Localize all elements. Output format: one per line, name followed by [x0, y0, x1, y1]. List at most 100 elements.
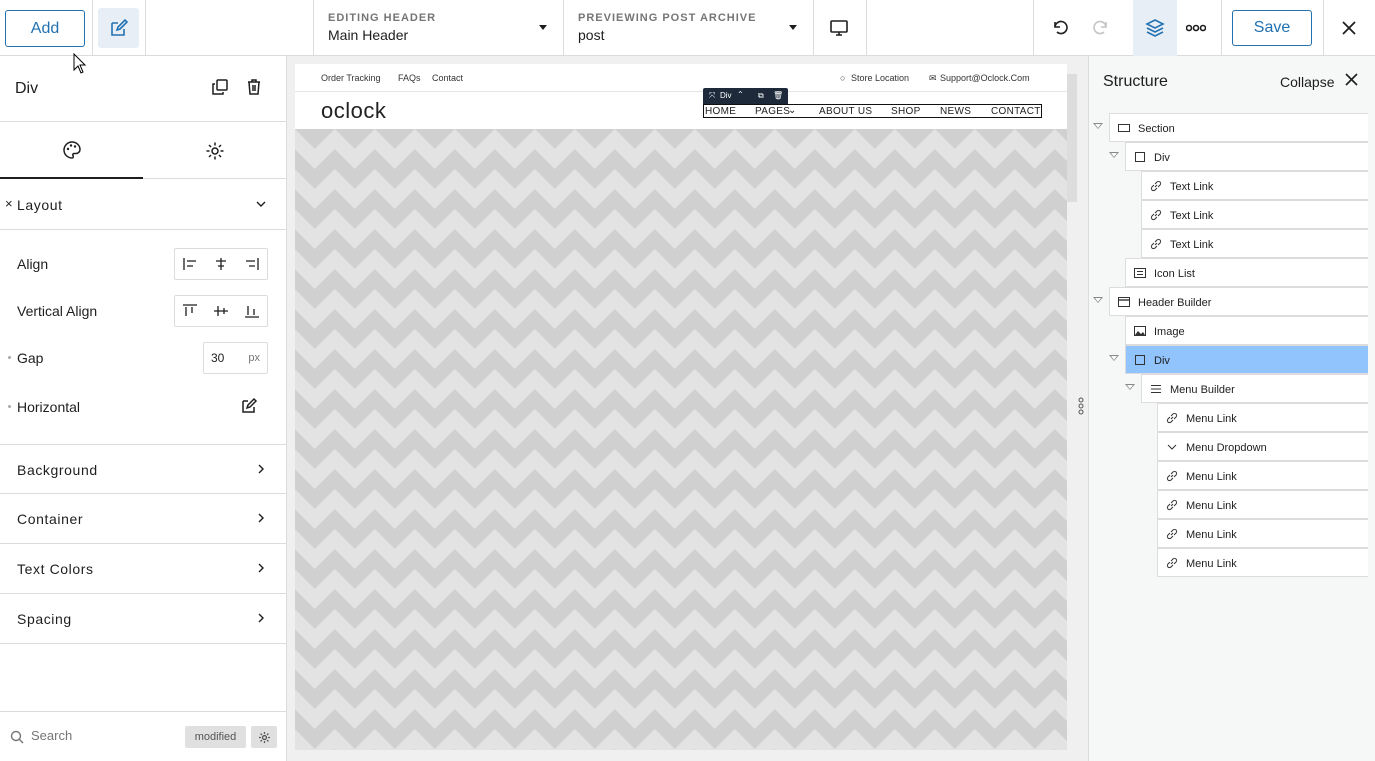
edit-icon[interactable] [240, 397, 258, 415]
preview-topbar: Order Tracking FAQs Contact ○ Store Loca… [295, 64, 1067, 92]
tree-item-menu-link[interactable]: Menu Link [1157, 519, 1368, 548]
collapse-toggle-icon[interactable] [1109, 152, 1119, 158]
align-middle-icon[interactable] [206, 296, 237, 326]
chevron-right-icon [258, 464, 264, 474]
preview-store-location[interactable]: Store Location [851, 73, 909, 83]
bullet [8, 356, 11, 359]
tree-item-text-link[interactable]: Text Link [1141, 200, 1368, 229]
editing-header-select[interactable]: EDITING HEADER Main Header [313, 0, 563, 56]
tree-item-div[interactable]: Div [1125, 142, 1368, 171]
collapse-toggle-icon[interactable] [1093, 297, 1103, 303]
tree-item-icon-list[interactable]: Icon List [1125, 258, 1368, 287]
preview-menu-shop[interactable]: SHOP [891, 106, 921, 117]
collapse-toggle-icon[interactable] [1125, 384, 1135, 390]
align-bottom-icon[interactable] [236, 296, 267, 326]
mouse-cursor-icon [73, 53, 87, 74]
duplicate-icon[interactable] [211, 78, 231, 98]
editing-header-label: EDITING HEADER [328, 12, 437, 24]
modified-filter-button[interactable]: modified [185, 726, 246, 748]
tree-item-label: Menu Builder [1170, 384, 1235, 396]
mail-icon: ✉ [929, 73, 937, 83]
preview-menu-news[interactable]: NEWS [940, 106, 971, 117]
preview-menu[interactable]: HOME PAGES ⌄ ABOUT US SHOP NEWS CONTACT [703, 104, 1042, 118]
tree-item-menu-link[interactable]: Menu Link [1157, 548, 1368, 577]
duplicate-icon[interactable]: ⧉ [758, 91, 764, 101]
gap-row: Gap 30 px [0, 338, 286, 378]
preview-menu-about[interactable]: ABOUT US [819, 106, 872, 117]
link-icon [1166, 557, 1178, 569]
chevron-down-icon [539, 25, 547, 30]
tree-item-label: Div [1154, 355, 1170, 367]
tab-style[interactable] [0, 122, 143, 179]
preview-link-contact[interactable]: Contact [432, 73, 463, 83]
preview-menu-home[interactable]: HOME [705, 106, 736, 117]
collapse-toggle-icon[interactable] [1093, 123, 1103, 129]
redo-icon[interactable] [1081, 8, 1121, 48]
tree-item-menu-builder[interactable]: Menu Builder [1141, 374, 1368, 403]
tree-item-section[interactable]: Section [1109, 113, 1368, 142]
close-icon[interactable] [1345, 73, 1358, 86]
tree-item-menu-link[interactable]: Menu Link [1157, 490, 1368, 519]
preview-menu-contact[interactable]: CONTACT [991, 106, 1041, 117]
link-icon [1166, 528, 1178, 540]
tree-item-label: Icon List [1154, 268, 1195, 280]
gap-input[interactable]: 30 px [203, 342, 268, 374]
tab-settings[interactable] [143, 122, 286, 179]
element-toolbar[interactable]: ⤧ Div ⌃ ⧉ 🗑 [703, 88, 788, 104]
gap-unit[interactable]: px [248, 352, 260, 364]
gear-icon[interactable] [251, 726, 277, 748]
preview-archive-label: PREVIEWING POST ARCHIVE [578, 12, 757, 24]
canvas-scrollbar[interactable] [1067, 64, 1077, 750]
section-background[interactable]: Background [0, 444, 286, 494]
list-icon [1134, 268, 1146, 278]
align-left-icon[interactable] [175, 249, 206, 279]
trash-icon[interactable] [245, 78, 265, 98]
align-right-icon[interactable] [236, 249, 267, 279]
search-input[interactable]: Search [31, 728, 72, 743]
preview-link-faqs[interactable]: FAQs [398, 73, 421, 83]
undo-icon[interactable] [1040, 8, 1080, 48]
add-button[interactable]: Add [5, 10, 85, 47]
scrollbar-thumb[interactable] [1067, 74, 1077, 202]
align-top-icon[interactable] [175, 296, 206, 326]
align-center-icon[interactable] [206, 249, 237, 279]
close-icon[interactable] [1329, 8, 1369, 48]
tree-item-text-link[interactable]: Text Link [1141, 171, 1368, 200]
layers-icon[interactable] [1133, 0, 1177, 56]
section-spacing[interactable]: Spacing [0, 594, 286, 644]
tree-item-menu-link[interactable]: Menu Link [1157, 403, 1368, 432]
tree-item-menu-dropdown[interactable]: Menu Dropdown [1157, 432, 1368, 461]
preview-support-email[interactable]: Support@Oclock.Com [940, 73, 1030, 83]
section-container[interactable]: Container [0, 494, 286, 544]
preview-link-order-tracking[interactable]: Order Tracking [321, 73, 381, 83]
horizontal-label: Horizontal [17, 399, 81, 415]
move-icon[interactable]: ⤧ [709, 91, 715, 101]
desktop-icon[interactable] [819, 8, 859, 48]
tree-item-label: Text Link [1170, 181, 1214, 193]
tree-item-header-builder[interactable]: Header Builder [1109, 287, 1368, 316]
collapse-button[interactable]: Collapse [1280, 74, 1334, 90]
tree-item-menu-link[interactable]: Menu Link [1157, 461, 1368, 490]
section-text-colors-title: Text Colors [17, 561, 94, 577]
tree-item-image[interactable]: Image [1125, 316, 1368, 345]
chevron-up-icon[interactable]: ⌃ [737, 90, 744, 99]
link-icon [1166, 499, 1178, 511]
section-text-colors[interactable]: Text Colors [0, 544, 286, 594]
preview-archive-select[interactable]: PREVIEWING POST ARCHIVE post [563, 0, 813, 56]
page-preview[interactable]: Order Tracking FAQs Contact ○ Store Loca… [295, 64, 1067, 750]
trash-icon[interactable]: 🗑 [773, 91, 783, 100]
divider [1033, 0, 1034, 56]
edit-icon[interactable] [98, 8, 139, 48]
panel-tabs [0, 121, 287, 179]
resize-handle-icon[interactable] [1078, 396, 1084, 416]
tree-item-label: Menu Link [1186, 558, 1237, 570]
section-container-title: Container [17, 511, 84, 527]
section-layout[interactable]: × Layout [0, 180, 286, 230]
save-button[interactable]: Save [1232, 10, 1312, 46]
collapse-toggle-icon[interactable] [1109, 355, 1119, 361]
preview-logo[interactable]: oclock [321, 98, 386, 124]
preview-menu-pages[interactable]: PAGES [755, 106, 790, 117]
tree-item-text-link[interactable]: Text Link [1141, 229, 1368, 258]
more-options-icon[interactable] [1176, 8, 1216, 48]
tree-item-div-selected[interactable]: Div [1125, 345, 1368, 374]
